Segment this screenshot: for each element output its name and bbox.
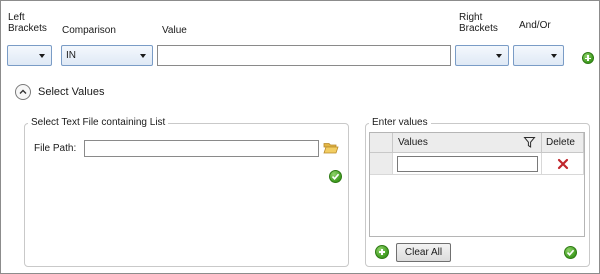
value-header: Value <box>162 25 187 36</box>
and-or-header: And/Or <box>519 20 551 31</box>
text-file-group-title: Select Text File containing List <box>28 117 169 129</box>
delete-column-label: Delete <box>546 137 575 148</box>
select-values-label: Select Values <box>38 86 105 98</box>
left-bracket-dropdown[interactable] <box>7 45 52 66</box>
enter-values-group-title: Enter values <box>369 117 431 129</box>
add-value-icon[interactable] <box>375 245 389 259</box>
file-confirm-checkmark-icon[interactable] <box>329 170 342 183</box>
grid-corner-header <box>370 133 393 153</box>
folder-open-icon[interactable] <box>323 141 339 155</box>
filter-icon[interactable] <box>523 136 536 149</box>
clear-all-button[interactable]: Clear All <box>396 243 451 262</box>
comparison-selected-value: IN <box>66 50 76 61</box>
chevron-down-icon <box>551 54 557 58</box>
delete-column-header: Delete <box>542 133 584 153</box>
row-header-cell[interactable] <box>370 153 393 175</box>
file-path-input[interactable] <box>85 141 318 156</box>
value-input-box <box>157 45 451 66</box>
values-column-label: Values <box>398 137 428 148</box>
value-input[interactable] <box>158 46 450 65</box>
condition-editor-panel: Left Brackets Comparison Value Right Bra… <box>0 0 600 274</box>
delete-cell <box>542 153 584 175</box>
left-brackets-header: Left Brackets <box>8 12 47 34</box>
chevron-down-icon <box>496 54 502 58</box>
file-path-box <box>84 140 319 157</box>
values-confirm-checkmark-icon[interactable] <box>564 246 577 259</box>
comparison-header: Comparison <box>62 25 116 36</box>
chevron-down-icon <box>140 54 146 58</box>
chevron-up-icon <box>19 89 27 94</box>
comparison-dropdown[interactable]: IN <box>61 45 153 66</box>
and-or-dropdown[interactable] <box>513 45 564 66</box>
values-column-header[interactable]: Values <box>393 133 542 153</box>
file-path-label: File Path: <box>34 143 77 154</box>
add-condition-icon[interactable] <box>582 52 594 64</box>
right-bracket-dropdown[interactable] <box>455 45 509 66</box>
chevron-down-icon <box>39 54 45 58</box>
red-x-delete-icon[interactable] <box>557 158 569 170</box>
values-grid: Values Delete <box>369 132 585 237</box>
new-value-input[interactable] <box>398 157 537 171</box>
value-cell <box>393 153 542 175</box>
collapse-select-values-button[interactable] <box>15 84 31 100</box>
right-brackets-header: Right Brackets <box>459 12 498 34</box>
